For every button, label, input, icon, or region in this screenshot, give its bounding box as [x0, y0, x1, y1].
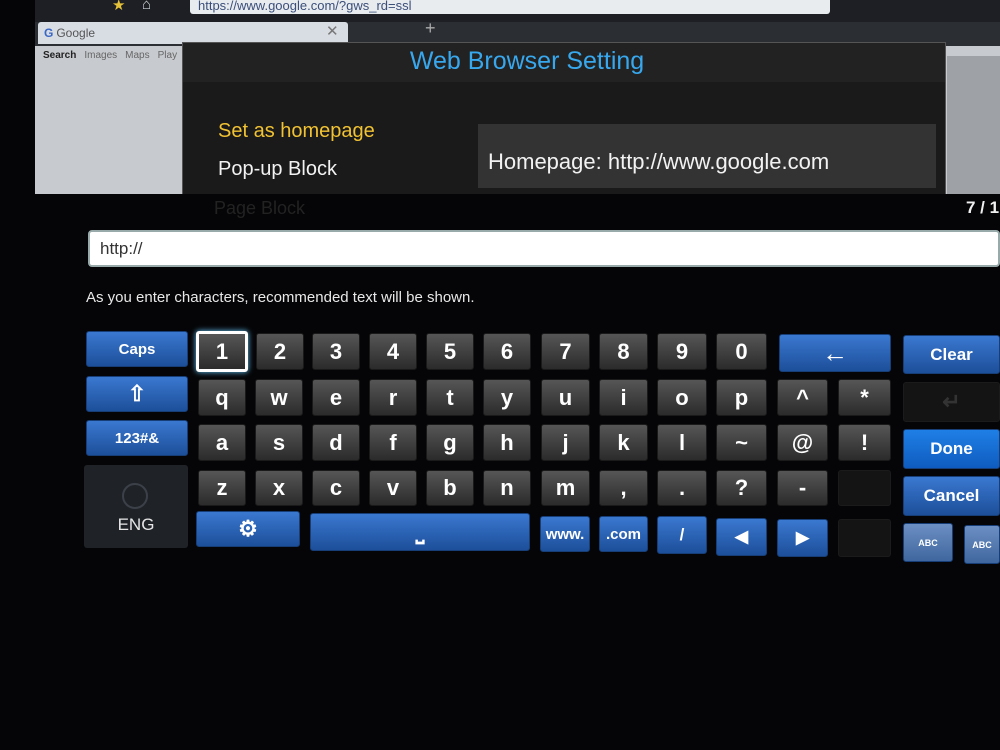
key-u[interactable]: u — [541, 379, 590, 416]
symbols-key[interactable]: 123#& — [86, 420, 188, 456]
close-icon[interactable]: ✕ — [326, 22, 339, 42]
key-1[interactable]: 1 — [196, 331, 248, 372]
url-input[interactable]: http:// — [88, 230, 1000, 267]
key-down-disabled — [838, 519, 891, 557]
page-side-panel — [947, 56, 1000, 194]
key-t[interactable]: t — [426, 379, 474, 416]
key-i[interactable]: i — [599, 379, 648, 416]
key-v[interactable]: v — [369, 470, 417, 506]
address-bar[interactable]: https://www.google.com/?gws_rd=ssl — [190, 0, 830, 14]
star-icon[interactable]: ★ — [112, 0, 125, 14]
key-up-disabled — [838, 470, 891, 506]
key-5[interactable]: 5 — [426, 333, 474, 370]
google-nav: Search Images Maps Play — [43, 50, 185, 61]
shift-icon[interactable]: ⇧ — [86, 376, 188, 412]
dotcom-key[interactable]: .com — [599, 516, 648, 552]
key-8[interactable]: 8 — [599, 333, 648, 370]
space-key[interactable]: ⎵ — [310, 513, 530, 551]
faded-option: Page Block — [214, 198, 306, 218]
key-w[interactable]: w — [255, 379, 303, 416]
plus-icon[interactable]: + — [425, 18, 436, 39]
www-key[interactable]: www. — [540, 516, 590, 552]
key-f[interactable]: f — [369, 424, 417, 461]
key-asterisk[interactable]: * — [838, 379, 891, 416]
key-h[interactable]: h — [483, 424, 531, 461]
backspace-icon[interactable]: ← — [779, 334, 891, 372]
dialog-title: Web Browser Setting — [409, 47, 645, 75]
key-d[interactable]: d — [312, 424, 360, 461]
abc-next-key[interactable]: ABC — [964, 525, 1000, 564]
key-2[interactable]: 2 — [256, 333, 304, 370]
google-logo-icon: G — [44, 26, 54, 40]
key-e[interactable]: e — [312, 379, 360, 416]
key-3[interactable]: 3 — [312, 333, 360, 370]
key-c[interactable]: c — [312, 470, 360, 506]
key-caret[interactable]: ^ — [777, 379, 828, 416]
key-9[interactable]: 9 — [657, 333, 707, 370]
globe-icon — [122, 483, 148, 509]
key-n[interactable]: n — [483, 470, 531, 506]
caps-key[interactable]: Caps — [86, 331, 188, 367]
browser-tab[interactable]: G Google — [38, 22, 348, 44]
key-question[interactable]: ? — [716, 470, 767, 506]
abc-prev-key[interactable]: ABC — [903, 523, 953, 562]
arrow-right-icon[interactable]: ▶ — [777, 519, 828, 557]
google-nav-images[interactable]: Images — [84, 50, 117, 61]
key-tilde[interactable]: ~ — [716, 424, 767, 461]
key-l[interactable]: l — [657, 424, 707, 461]
language-key[interactable]: ENG — [84, 465, 188, 548]
key-dash[interactable]: - — [777, 470, 828, 506]
key-k[interactable]: k — [599, 424, 648, 461]
option-set-as-homepage[interactable]: Set as homepage — [218, 120, 375, 143]
key-b[interactable]: b — [426, 470, 474, 506]
key-at[interactable]: @ — [777, 424, 828, 461]
key-o[interactable]: o — [657, 379, 707, 416]
page-indicator: 7 / 1 — [966, 198, 1000, 217]
key-j[interactable]: j — [541, 424, 590, 461]
key-q[interactable]: q — [198, 379, 246, 416]
cancel-button[interactable]: Cancel — [903, 476, 1000, 516]
option-popup-block[interactable]: Pop-up Block — [218, 158, 337, 181]
key-g[interactable]: g — [426, 424, 474, 461]
google-nav-maps[interactable]: Maps — [125, 50, 149, 61]
slash-key[interactable]: / — [657, 516, 707, 554]
key-s[interactable]: s — [255, 424, 303, 461]
settings-icon[interactable]: ⚙ — [196, 511, 300, 547]
key-m[interactable]: m — [541, 470, 590, 506]
hint-text: As you enter characters, recommended tex… — [86, 289, 475, 306]
language-label: ENG — [117, 515, 155, 534]
key-7[interactable]: 7 — [541, 333, 590, 370]
google-nav-play[interactable]: Play — [158, 50, 177, 61]
enter-icon: ↵ — [903, 382, 1000, 422]
key-4[interactable]: 4 — [369, 333, 417, 370]
key-r[interactable]: r — [369, 379, 417, 416]
key-p[interactable]: p — [716, 379, 767, 416]
google-nav-search[interactable]: Search — [43, 50, 76, 61]
key-comma[interactable]: , — [599, 470, 648, 506]
home-icon[interactable]: ⌂ — [142, 0, 151, 13]
tab-title: Google — [56, 26, 96, 40]
homepage-value: Homepage: http://www.google.com — [488, 149, 830, 174]
key-period[interactable]: . — [657, 470, 707, 506]
key-x[interactable]: x — [255, 470, 303, 506]
arrow-left-icon[interactable]: ◀ — [716, 518, 767, 556]
key-exclamation[interactable]: ! — [838, 424, 891, 461]
key-0[interactable]: 0 — [716, 333, 767, 370]
clear-button[interactable]: Clear — [903, 335, 1000, 374]
done-button[interactable]: Done — [903, 429, 1000, 469]
key-a[interactable]: a — [198, 424, 246, 461]
key-6[interactable]: 6 — [483, 333, 531, 370]
key-z[interactable]: z — [198, 470, 246, 506]
key-y[interactable]: y — [483, 379, 531, 416]
